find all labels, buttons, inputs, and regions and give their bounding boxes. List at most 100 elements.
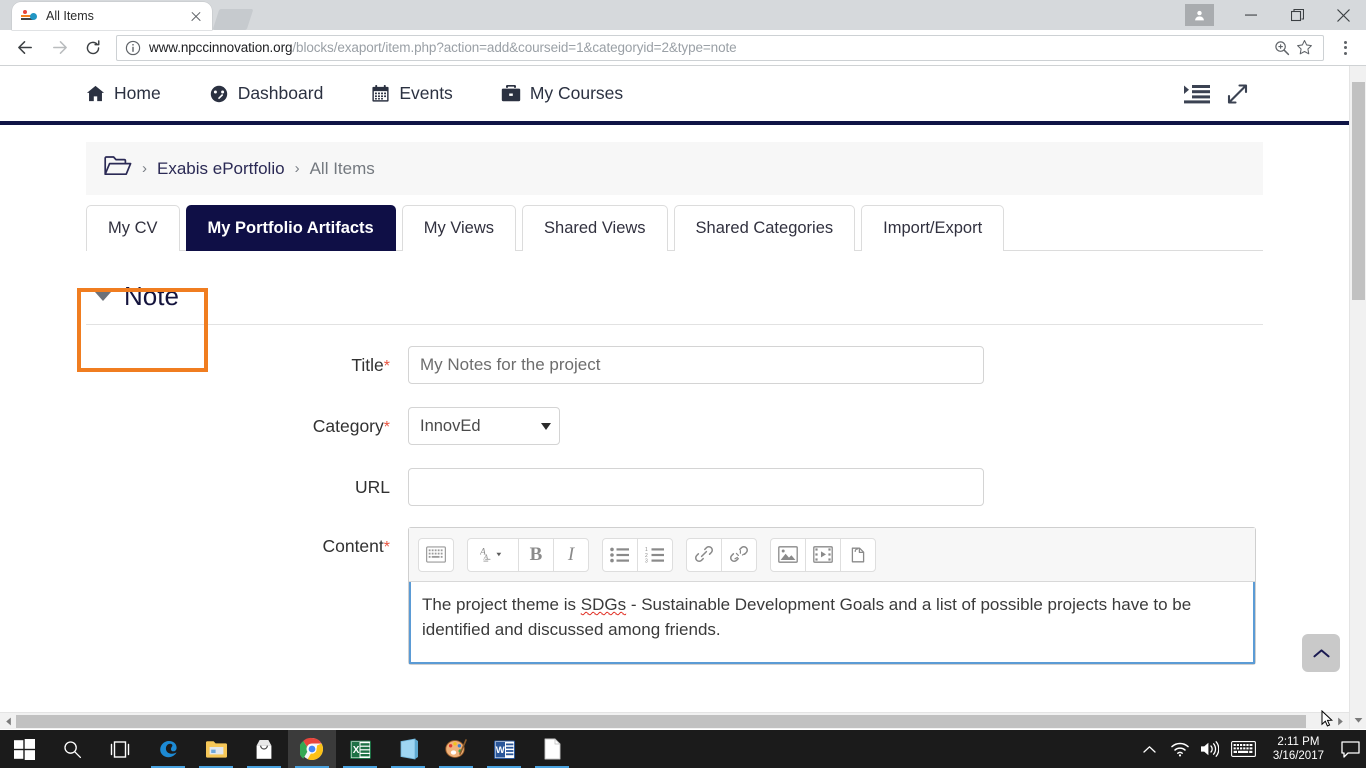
bullet-list-icon[interactable] xyxy=(602,537,638,572)
bold-icon[interactable]: B xyxy=(518,537,554,572)
onenote-icon[interactable] xyxy=(384,730,432,768)
dashboard-icon xyxy=(209,84,229,104)
page-info-icon[interactable] xyxy=(125,40,141,56)
zoom-in-icon[interactable] xyxy=(1271,40,1293,56)
scroll-to-top-button[interactable] xyxy=(1302,634,1340,672)
home-icon xyxy=(86,84,105,103)
nav-item-my-courses[interactable]: My Courses xyxy=(501,83,623,104)
page-content: Home Dashboard Events My Courses › Exabi… xyxy=(0,66,1349,711)
file-explorer-icon[interactable] xyxy=(192,730,240,768)
scroll-left-arrow[interactable] xyxy=(0,713,17,729)
excel-icon[interactable]: X xyxy=(336,730,384,768)
back-arrow-icon[interactable] xyxy=(8,33,42,63)
category-select-value: InnovEd xyxy=(420,416,481,435)
browser-toolbar: www.npccinnovation.org/blocks/exaport/it… xyxy=(0,30,1366,66)
category-label: Category* xyxy=(312,416,390,436)
word-icon[interactable]: W xyxy=(480,730,528,768)
fullscreen-expand-icon[interactable] xyxy=(1226,83,1249,105)
italic-icon[interactable]: I xyxy=(553,537,589,572)
url-input[interactable] xyxy=(408,468,984,506)
microsoft-store-icon[interactable] xyxy=(240,730,288,768)
nav-item-dashboard[interactable]: Dashboard xyxy=(209,83,323,104)
editor-group-links xyxy=(686,537,757,572)
scroll-down-arrow[interactable] xyxy=(1350,712,1366,729)
note-section-header[interactable]: Note xyxy=(86,268,1263,324)
calendar-icon xyxy=(371,84,390,103)
vertical-scrollbar-thumb[interactable] xyxy=(1352,82,1365,300)
search-icon[interactable] xyxy=(48,730,96,768)
title-input[interactable] xyxy=(408,346,984,384)
caret-down-icon[interactable] xyxy=(95,291,111,301)
taskbar-clock[interactable]: 2:11 PM 3/16/2017 xyxy=(1263,735,1334,763)
moodle-favicon xyxy=(20,8,37,25)
star-icon[interactable] xyxy=(1293,39,1315,56)
minimize-icon[interactable] xyxy=(1228,0,1274,30)
taskbar-date: 3/16/2017 xyxy=(1272,750,1324,762)
reload-icon[interactable] xyxy=(76,33,110,63)
nav-item-label: My Courses xyxy=(529,83,624,103)
new-tab-icon[interactable] xyxy=(212,9,254,30)
required-asterisk: * xyxy=(383,419,390,436)
address-bar[interactable]: www.npccinnovation.org/blocks/exaport/it… xyxy=(116,34,1324,61)
insert-image-icon[interactable] xyxy=(770,537,806,572)
user-avatar-icon[interactable] xyxy=(1185,4,1214,26)
editor-group-expand xyxy=(418,537,454,572)
toggle-blocks-icon[interactable] xyxy=(1184,84,1210,104)
nav-item-home[interactable]: Home xyxy=(86,83,161,104)
action-center-icon[interactable] xyxy=(1334,730,1366,768)
text-document-icon[interactable] xyxy=(528,730,576,768)
start-button-icon[interactable] xyxy=(0,730,48,768)
maximize-icon[interactable] xyxy=(1274,0,1320,30)
scroll-right-arrow[interactable] xyxy=(1332,713,1349,729)
volume-icon[interactable] xyxy=(1195,730,1225,768)
link-icon[interactable] xyxy=(686,537,722,572)
unlink-icon[interactable] xyxy=(721,537,757,572)
italic-label: I xyxy=(567,543,575,565)
note-form: Title* Category* InnovEd URL xyxy=(86,346,1263,665)
tab-my-cv[interactable]: My CV xyxy=(86,205,180,251)
address-bar-text: www.npccinnovation.org/blocks/exaport/it… xyxy=(149,40,1271,55)
briefcase-icon xyxy=(501,84,521,103)
content-editor: AA B I 123 The project theme is SDGs - S… xyxy=(408,527,1256,665)
task-view-icon[interactable] xyxy=(96,730,144,768)
tab-my-portfolio-artifacts[interactable]: My Portfolio Artifacts xyxy=(185,205,396,251)
mouse-cursor xyxy=(1321,709,1334,729)
browser-tab[interactable]: All Items xyxy=(12,2,212,30)
three-dot-menu-icon[interactable] xyxy=(1332,35,1358,61)
breadcrumb-link-exabis[interactable]: Exabis ePortfolio xyxy=(157,159,285,179)
tab-shared-categories[interactable]: Shared Categories xyxy=(673,205,856,251)
wifi-icon[interactable] xyxy=(1165,730,1195,768)
nav-item-events[interactable]: Events xyxy=(371,83,453,104)
manage-files-icon[interactable] xyxy=(840,537,876,572)
chrome-browser-icon[interactable] xyxy=(288,730,336,768)
svg-text:3: 3 xyxy=(645,558,648,563)
insert-media-icon[interactable] xyxy=(805,537,841,572)
horizontal-scrollbar[interactable] xyxy=(0,712,1349,729)
page-title: Note xyxy=(124,280,179,311)
form-row-url: URL xyxy=(86,468,1263,506)
category-select[interactable]: InnovEd xyxy=(408,407,560,445)
close-icon[interactable] xyxy=(188,8,204,24)
numbered-list-icon[interactable]: 123 xyxy=(637,537,673,572)
tab-import-export[interactable]: Import/Export xyxy=(861,205,1005,251)
paint-icon[interactable] xyxy=(432,730,480,768)
close-window-icon[interactable] xyxy=(1320,0,1366,30)
vertical-scrollbar[interactable] xyxy=(1349,66,1366,729)
show-hidden-icons-chevron[interactable] xyxy=(1135,730,1165,768)
editor-group-format: AA B I xyxy=(467,537,589,572)
content-textarea[interactable]: The project theme is SDGs - Sustainable … xyxy=(409,582,1255,664)
content-text-before: The project theme is xyxy=(422,595,581,614)
tab-my-views[interactable]: My Views xyxy=(401,205,517,251)
font-style-icon[interactable]: AA xyxy=(467,537,519,572)
edge-browser-icon[interactable] xyxy=(144,730,192,768)
horizontal-scrollbar-thumb[interactable] xyxy=(16,715,1306,728)
required-asterisk: * xyxy=(383,358,390,375)
navbar-bottom-rule xyxy=(0,121,1349,125)
keyboard-icon[interactable] xyxy=(1225,730,1263,768)
content-container: › Exabis ePortfolio › All Items My CV My… xyxy=(0,142,1349,665)
tab-shared-views[interactable]: Shared Views xyxy=(522,205,668,251)
expand-toolbar-icon[interactable] xyxy=(418,537,454,572)
chevron-up-icon xyxy=(1312,648,1330,657)
browser-tab-title: All Items xyxy=(46,9,94,23)
content-label: Content* xyxy=(322,536,390,556)
